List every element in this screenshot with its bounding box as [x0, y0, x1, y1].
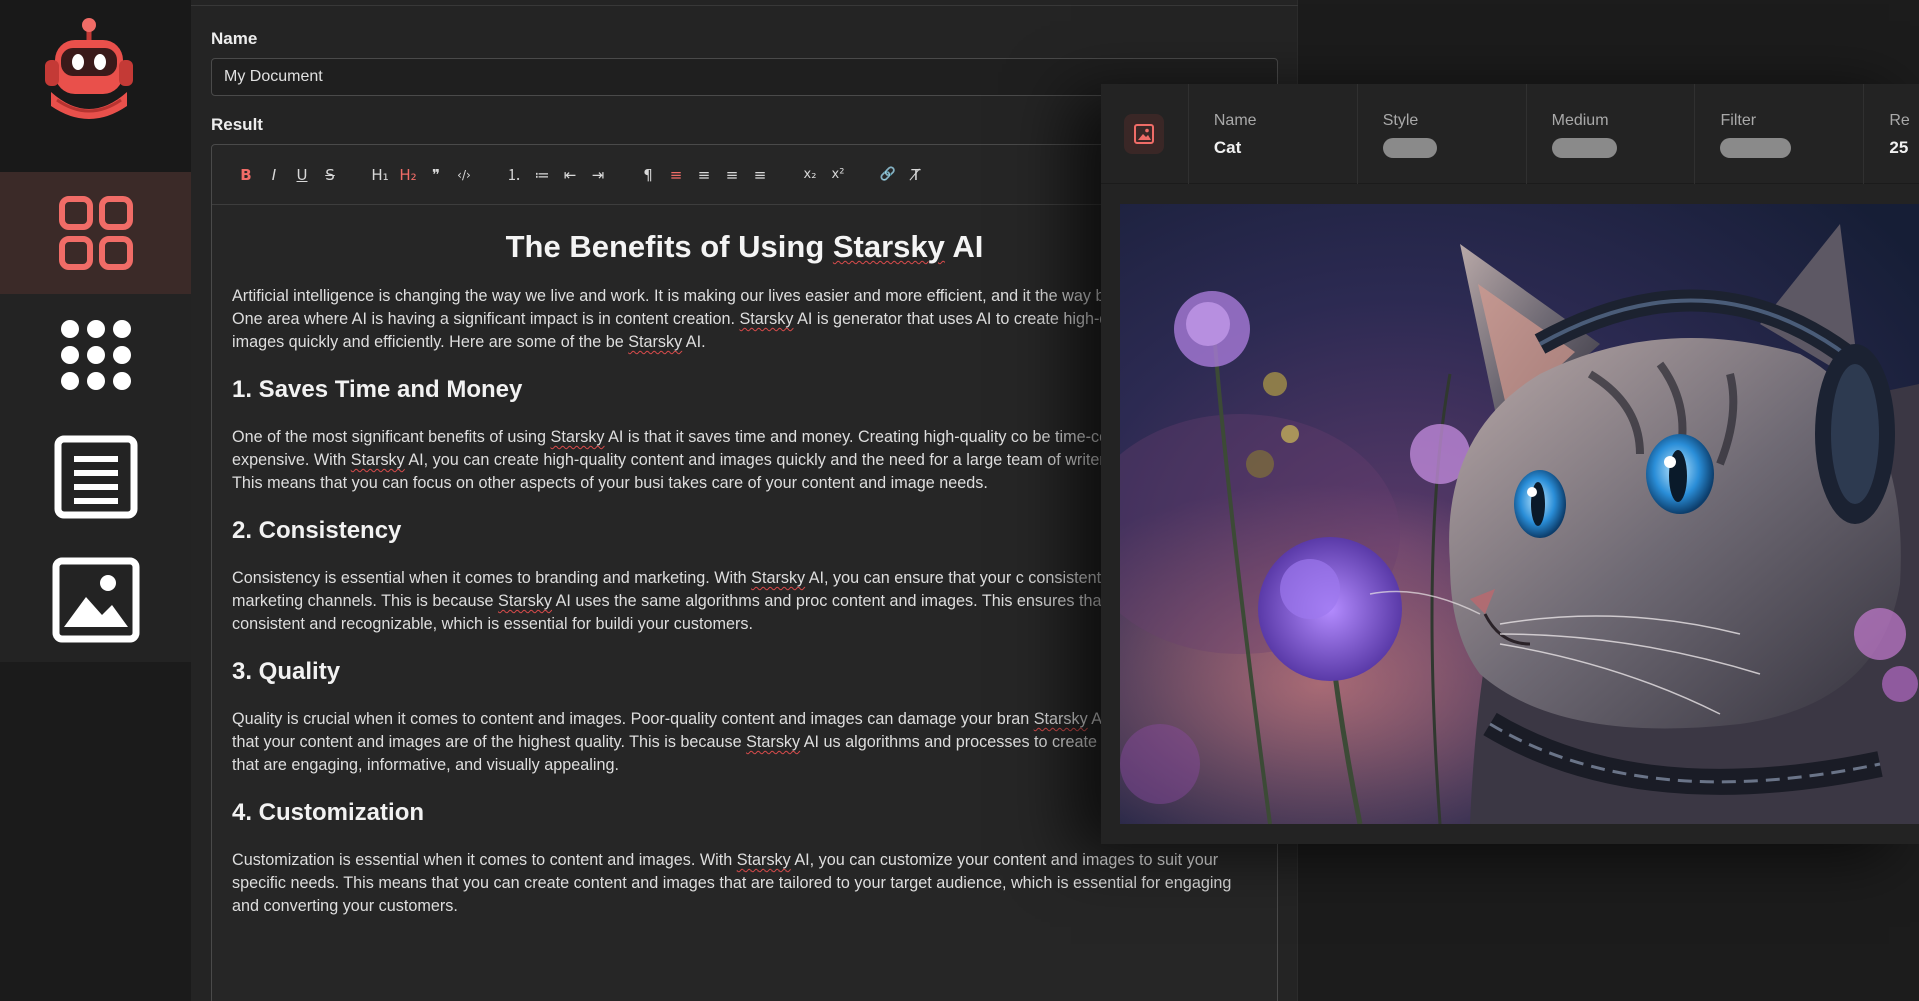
meta-resolution-cell: Re 25: [1864, 84, 1919, 184]
cat-artwork: [1120, 204, 1919, 824]
nav-item-apps[interactable]: [0, 294, 191, 416]
heading-2-button[interactable]: H₂: [394, 161, 422, 189]
nav-item-images[interactable]: [0, 538, 191, 662]
robot-logo[interactable]: [43, 14, 135, 126]
align-right-button[interactable]: ≡: [718, 161, 746, 189]
clear-format-button[interactable]: T̸: [902, 161, 930, 189]
loading-placeholder: [1382, 138, 1437, 158]
image-type-button[interactable]: [1124, 114, 1165, 154]
underline-button[interactable]: U: [288, 161, 316, 189]
image-icon: [52, 557, 139, 643]
loading-placeholder: [1551, 138, 1617, 158]
meta-filter-cell: Filter: [1695, 84, 1865, 184]
bullet-list-button[interactable]: ≔: [528, 161, 556, 189]
blockquote-button[interactable]: ❞: [422, 161, 450, 189]
document-icon: [54, 435, 137, 519]
meta-key: Filter: [1720, 112, 1757, 129]
nav-item-documents[interactable]: [0, 416, 191, 538]
text-direction-button[interactable]: ¶: [634, 161, 662, 189]
align-center-button[interactable]: ≡: [690, 161, 718, 189]
strikethrough-button[interactable]: S: [316, 161, 344, 189]
result-label: Result: [211, 115, 263, 134]
bold-button[interactable]: B: [232, 161, 260, 189]
image-meta-header: Name Cat Style Medium Filter Re 25: [1101, 84, 1919, 184]
meta-value: Cat: [1213, 138, 1242, 157]
align-left-button[interactable]: ≡: [662, 161, 690, 189]
indent-button[interactable]: ⇥: [584, 161, 612, 189]
logo-area: [0, 0, 191, 172]
section-body: Customization is essential when it comes…: [232, 851, 1232, 915]
subscript-button[interactable]: x₂: [796, 161, 824, 189]
superscript-button[interactable]: x²: [824, 161, 852, 189]
generated-cat-image[interactable]: [1120, 204, 1919, 824]
meta-medium-cell: Medium: [1527, 84, 1696, 184]
outdent-button[interactable]: ⇤: [556, 161, 584, 189]
image-icon: [1134, 124, 1155, 144]
dashboard-grid-icon: [58, 196, 133, 270]
image-result-card: Name Cat Style Medium Filter Re 25: [1101, 84, 1919, 844]
meta-key: Style: [1382, 112, 1419, 129]
meta-value: 25: [1889, 138, 1909, 157]
meta-key: Name: [1213, 112, 1257, 129]
link-button[interactable]: 🔗: [874, 161, 902, 189]
code-block-button[interactable]: ‹/›: [450, 161, 478, 189]
ordered-list-button[interactable]: ⒈: [500, 161, 528, 189]
divider: [191, 5, 1298, 6]
meta-style-cell: Style: [1358, 84, 1527, 184]
name-label: Name: [211, 29, 258, 48]
image-type-cell: [1101, 84, 1189, 184]
apps-dots-icon: [60, 320, 131, 390]
meta-key: Re: [1889, 112, 1910, 129]
italic-button[interactable]: I: [260, 161, 288, 189]
nav-item-dashboard[interactable]: [0, 172, 191, 294]
meta-name-cell: Name Cat: [1189, 84, 1358, 184]
heading-1-button[interactable]: H₁: [366, 161, 394, 189]
nav-menu: [0, 172, 191, 662]
justify-button[interactable]: ≡: [746, 161, 774, 189]
loading-placeholder: [1720, 138, 1792, 158]
meta-key: Medium: [1551, 112, 1609, 129]
sidebar: [0, 0, 191, 1001]
